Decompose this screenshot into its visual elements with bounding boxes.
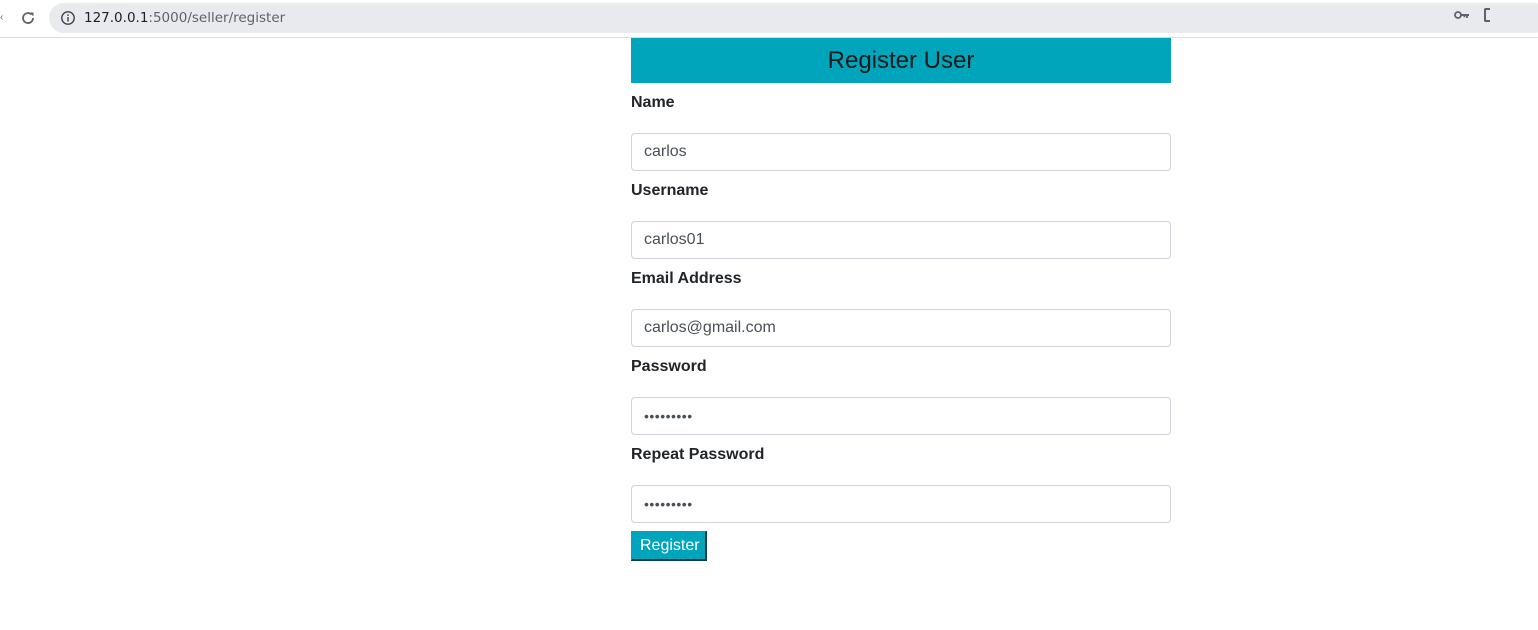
password-label: Password [631, 358, 707, 375]
back-arrow-icon[interactable]: ‹ [0, 13, 4, 23]
email-label: Email Address [631, 270, 742, 287]
reload-icon[interactable] [17, 7, 39, 29]
email-field[interactable] [631, 309, 1171, 347]
address-bar[interactable]: 127.0.0.1:5000/seller/register [49, 3, 1538, 33]
url-text: 127.0.0.1:5000/seller/register [84, 10, 285, 26]
repeat-password-field[interactable] [631, 485, 1171, 523]
name-label: Name [631, 94, 675, 111]
key-icon[interactable] [1454, 8, 1470, 22]
url-path: :5000/seller/register [148, 10, 286, 26]
register-button[interactable]: Register [631, 531, 707, 561]
info-icon[interactable] [60, 10, 76, 26]
url-host: 127.0.0.1 [84, 10, 149, 26]
password-field[interactable] [631, 397, 1171, 435]
name-field[interactable] [631, 133, 1171, 171]
side-panel-icon[interactable] [1484, 8, 1490, 22]
username-label: Username [631, 182, 709, 199]
username-field[interactable] [631, 221, 1171, 259]
register-form: Register User Name Username Email Addres… [631, 38, 1171, 561]
form-title: Register User [631, 38, 1171, 83]
browser-toolbar: ‹ 127.0.0.1:5000/seller/register [0, 0, 1538, 38]
repeat-password-label: Repeat Password [631, 446, 765, 463]
